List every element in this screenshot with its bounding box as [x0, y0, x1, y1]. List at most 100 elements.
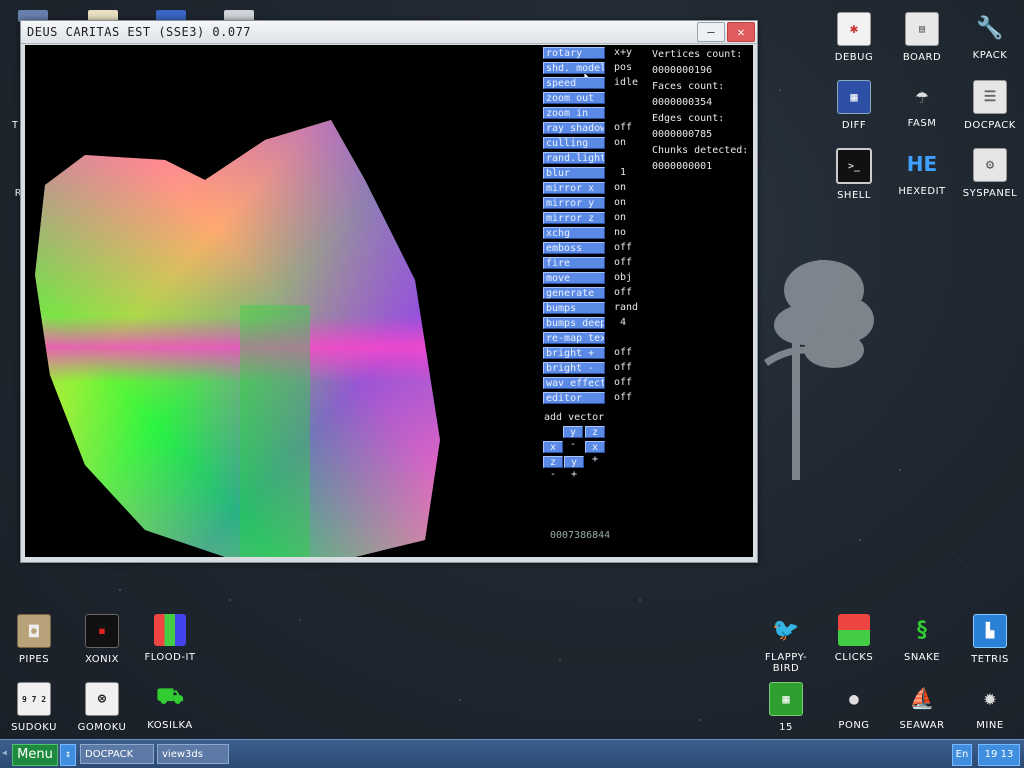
desktop-icon-xonix[interactable]: ▪ XONIX — [68, 614, 136, 665]
desktop-icon-mine[interactable]: ✹ MINE — [956, 682, 1024, 732]
fifteen-icon: ▦ — [769, 682, 803, 716]
control-value: idle — [614, 77, 639, 88]
desktop-icon-kosilka[interactable]: ⛟ KOSILKA — [136, 682, 204, 731]
chunks-detected-label: Chunks detected: — [652, 145, 749, 156]
sudoku-icon: 9 7 2 — [17, 682, 51, 716]
control-value: x+y — [614, 47, 633, 58]
control-button-wav-effect[interactable]: wav effect — [543, 377, 605, 389]
desktop-icon-label: DOCPACK — [964, 120, 1016, 131]
control-button-fire[interactable]: fire — [543, 257, 605, 269]
desktop-icon-15[interactable]: ▦ 15 — [752, 682, 820, 733]
taskbar-item-view3ds[interactable]: view3ds — [157, 744, 229, 764]
control-value: 1 — [620, 167, 627, 178]
desktop-icon-flappy-bird[interactable]: 🐦 FLAPPY-BIRD — [752, 614, 820, 675]
control-button-generate[interactable]: generate — [543, 287, 605, 299]
edges-count-label: Edges count: — [652, 113, 725, 124]
desktop-icon-shell[interactable]: >_ SHELL — [820, 148, 888, 201]
control-value: rand — [614, 302, 639, 313]
control-value: on — [614, 137, 627, 148]
control-button-bright-plus[interactable]: bright + — [543, 347, 605, 359]
desktop-icon-label: 15 — [779, 722, 793, 733]
partial-label-t: T — [12, 120, 19, 131]
desktop-icon-label: GOMOKU — [77, 722, 127, 733]
desktop-icon-hexedit[interactable]: HE HEXEDIT — [888, 148, 956, 197]
desktop-icon-label: PIPES — [18, 654, 50, 665]
minimize-button[interactable]: – — [697, 22, 725, 42]
control-button-culling[interactable]: culling — [543, 137, 605, 149]
control-value: on — [614, 182, 627, 193]
desktop-icon-snake[interactable]: § SNAKE — [888, 614, 956, 664]
vector-z-minus-button[interactable]: z - — [543, 456, 563, 480]
desktop-icon-syspanel[interactable]: ⚙ SYSPANEL — [956, 148, 1024, 199]
control-button-mirror-z[interactable]: mirror z — [543, 212, 605, 224]
syspanel-icon: ⚙ — [973, 148, 1007, 182]
rendered-3d-object[interactable] — [25, 45, 545, 557]
control-button-zoom-in[interactable]: zoom in — [543, 107, 605, 119]
desktop-icon-label: CLICKS — [834, 652, 874, 663]
vector-y-plus-button[interactable]: y + — [564, 456, 584, 480]
desktop-icon-sudoku[interactable]: 9 7 2 SUDOKU — [0, 682, 68, 733]
desktop-icon-docpack[interactable]: ☰ DOCPACK — [956, 80, 1024, 131]
control-button-move[interactable]: move — [543, 272, 605, 284]
language-indicator[interactable]: En — [952, 744, 972, 766]
faces-count-label: Faces count: — [652, 81, 725, 92]
clock[interactable]: 19 13 — [978, 744, 1020, 766]
taskbar-switch-button[interactable]: ↕ — [60, 744, 76, 766]
control-button-rotary[interactable]: rotary — [543, 47, 605, 59]
fasm-icon: ☂ — [915, 83, 929, 109]
seawar-icon: ⛵ — [909, 686, 935, 710]
desktop-icon-label: BOARD — [902, 52, 942, 63]
tree-wallpaper-decoration — [764, 260, 874, 480]
window-titlebar[interactable]: DEUS CARITAS EST (SSE3) 0.077 – ✕ — [21, 21, 757, 44]
desktop-icon-diff[interactable]: ▦ DIFF — [820, 80, 888, 131]
desktop-icon-clicks[interactable]: CLICKS — [820, 614, 888, 663]
desktop-icon-seawar[interactable]: ⛵ SEAWAR — [888, 682, 956, 731]
control-button-xchg[interactable]: xchg — [543, 227, 605, 239]
pipes-icon: ◘ — [17, 614, 51, 648]
vertices-count-value: 0000000196 — [652, 65, 713, 76]
desktop-icon-pipes[interactable]: ◘ PIPES — [0, 614, 68, 665]
render-canvas[interactable]: rotary x+y shd. model pos speed idle zoo… — [25, 45, 753, 557]
vector-x-plus-button[interactable]: x + — [585, 441, 605, 465]
mine-icon: ✹ — [983, 685, 997, 711]
taskbar-left-arrow-icon[interactable]: ◀ — [2, 748, 7, 757]
control-value: pos — [614, 62, 633, 73]
taskbar: ◀ Menu ↕ DOCPACK view3ds En 19 13 — [0, 739, 1024, 768]
control-button-bright-minus[interactable]: bright - — [543, 362, 605, 374]
desktop-icon-debug[interactable]: ✱ DEBUG — [820, 12, 888, 63]
control-button-re-map-tex[interactable]: re-map tex — [543, 332, 605, 344]
control-button-zoom-out[interactable]: zoom out — [543, 92, 605, 104]
desktop-icon-pong[interactable]: ● PONG — [820, 682, 888, 732]
menu-button[interactable]: Menu — [12, 744, 58, 766]
desktop-icon-gomoku[interactable]: ⊗ GOMOKU — [68, 682, 136, 733]
desktop-icon-label: DIFF — [841, 120, 867, 131]
control-button-mirror-y[interactable]: mirror y — [543, 197, 605, 209]
control-button-emboss[interactable]: emboss — [543, 242, 605, 254]
taskbar-item-docpack[interactable]: DOCPACK — [80, 744, 154, 764]
close-button[interactable]: ✕ — [727, 22, 755, 42]
control-button-bumps-deep[interactable]: bumps deep — [543, 317, 605, 329]
control-value: off — [614, 122, 633, 133]
control-button-speed[interactable]: speed — [543, 77, 605, 89]
vector-x-minus-button[interactable]: x - — [543, 441, 563, 465]
desktop-icon-label: XONIX — [85, 654, 119, 665]
control-value: off — [614, 347, 633, 358]
control-button-shd-model[interactable]: shd. model — [543, 62, 605, 74]
desktop-icon-tetris[interactable]: ▙ TETRIS — [956, 614, 1024, 665]
desktop-icon-board[interactable]: ▤ BOARD — [888, 12, 956, 63]
chunks-detected-value: 0000000001 — [652, 161, 713, 172]
control-button-ray-shadow[interactable]: ray shadow — [543, 122, 605, 134]
control-button-blur[interactable]: blur — [543, 167, 605, 179]
gomoku-icon: ⊗ — [85, 682, 119, 716]
desktop-icon-fasm[interactable]: ☂ FASM — [888, 80, 956, 130]
control-value: obj — [614, 272, 633, 283]
control-button-rand-light[interactable]: rand.light — [543, 152, 605, 164]
shell-icon: >_ — [836, 148, 872, 184]
control-button-bumps[interactable]: bumps — [543, 302, 605, 314]
vector-z-plus-button[interactable]: z + — [585, 426, 605, 450]
desktop-icon-kpack[interactable]: 🔧 KPACK — [956, 12, 1024, 62]
vector-y-minus-button[interactable]: y - — [563, 426, 583, 450]
control-button-editor[interactable]: editor — [543, 392, 605, 404]
control-button-mirror-x[interactable]: mirror x — [543, 182, 605, 194]
desktop-icon-flood-it[interactable]: FLOOD-IT — [136, 614, 204, 663]
